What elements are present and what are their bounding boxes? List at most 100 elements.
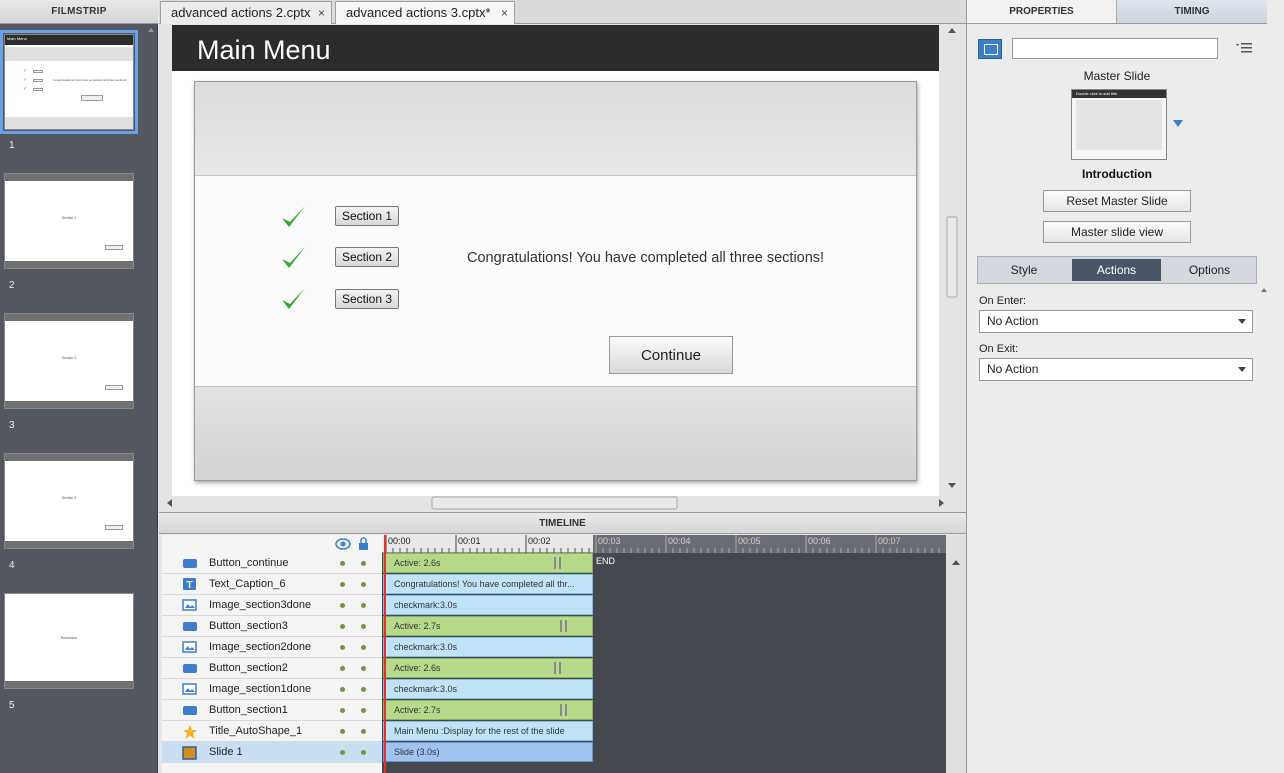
timeline-bar[interactable]: Active: 2.6s [383, 658, 593, 678]
lock-toggle[interactable] [361, 666, 366, 671]
visibility-toggle[interactable] [340, 729, 345, 734]
on-enter-select[interactable]: No Action [979, 310, 1253, 333]
chevron-down-icon [1238, 367, 1246, 372]
filmstrip-slide-5[interactable]: Resolution [4, 593, 134, 689]
stage-horizontal-scrollbar[interactable] [159, 496, 949, 510]
timeline-layer-row[interactable]: T Text_Caption_6 [162, 574, 382, 595]
timeline-layer-list: Button_continue T Text_Caption_6 Image_sect… [162, 535, 382, 773]
visibility-toggle[interactable] [340, 561, 345, 566]
filmstrip-scrollbar[interactable] [146, 26, 156, 771]
timeline-bar[interactable]: Main Menu :Display for the rest of the s… [383, 721, 593, 741]
lock-toggle[interactable] [361, 708, 366, 713]
checkmark-icon[interactable] [279, 244, 307, 272]
pause-marker-icon[interactable] [554, 662, 561, 674]
visibility-toggle[interactable] [340, 645, 345, 650]
tab-advanced-actions-3[interactable]: advanced actions 3.cptx* × [335, 1, 515, 24]
panel-menu-icon[interactable] [1235, 42, 1253, 54]
timeline-layer-row[interactable]: Title_AutoShape_1 [162, 721, 382, 742]
timeline-layer-row[interactable]: Button_section1 [162, 700, 382, 721]
timeline-bar[interactable]: Slide (3.0s) [383, 742, 593, 762]
lock-toggle[interactable] [361, 603, 366, 608]
tab-actions[interactable]: Actions [1072, 259, 1161, 281]
tab-properties[interactable]: PROPERTIES [967, 0, 1117, 24]
lock-icon[interactable] [358, 537, 369, 550]
checkmark-icon[interactable] [279, 203, 307, 231]
eye-icon[interactable] [335, 538, 351, 550]
image-icon [182, 683, 198, 695]
filmstrip-slide-1[interactable]: Main Menu ✓ ✓ ✓ Congratulations! You hav… [0, 30, 138, 134]
timeline-layer-row[interactable]: Button_section3 [162, 616, 382, 637]
timeline-bar-label: Active: 2.7s [394, 705, 441, 715]
lock-toggle[interactable] [361, 561, 366, 566]
timeline-bar[interactable]: Active: 2.6s [383, 553, 593, 573]
master-slide-thumbnail[interactable]: Double click to add title [1071, 89, 1167, 160]
slide-card[interactable]: Section 1 Section 2 Section 3 Congratula… [194, 81, 917, 481]
button-icon [182, 704, 198, 716]
tab-advanced-actions-2[interactable]: advanced actions 2.cptx × [160, 1, 332, 24]
timeline-ruler[interactable]: 00:00 00:01 00:02 00:03 00:04 00:05 00:06 00:07 [382, 535, 946, 553]
on-exit-select[interactable]: No Action [979, 358, 1253, 381]
continue-button[interactable]: Continue [609, 336, 733, 374]
slide-number: 3 [9, 420, 15, 431]
filmstrip-slide-2[interactable]: Section 1 [4, 173, 134, 269]
timeline-bar[interactable]: checkmark:3.0s [383, 637, 593, 657]
slide-type-icon [978, 39, 1002, 59]
timeline-bar[interactable]: Active: 2.7s [383, 616, 593, 636]
pause-marker-icon[interactable] [560, 704, 567, 716]
filmstrip-slide-3[interactable]: Section 2 [4, 313, 134, 409]
stage-vertical-scrollbar[interactable] [945, 25, 959, 495]
thumb-text: Section 1 [61, 216, 77, 220]
visibility-toggle[interactable] [340, 708, 345, 713]
timeline-bar[interactable]: checkmark:3.0s [383, 679, 593, 699]
master-slide-view-button[interactable]: Master slide view [1043, 221, 1191, 243]
lock-toggle[interactable] [361, 750, 366, 755]
properties-subtabs: Style Actions Options [977, 256, 1257, 284]
timeline-layer-row[interactable]: Slide 1 [162, 742, 382, 763]
timeline-layer-row[interactable]: Button_continue [162, 553, 382, 574]
pause-marker-icon[interactable] [554, 557, 561, 569]
lock-toggle[interactable] [361, 645, 366, 650]
timeline-scrollbar[interactable] [946, 535, 966, 773]
timeline-bar[interactable]: Active: 2.7s [383, 700, 593, 720]
visibility-toggle[interactable] [340, 750, 345, 755]
button-icon [182, 557, 198, 569]
visibility-toggle[interactable] [340, 666, 345, 671]
timeline-layer-row[interactable]: Image_section3done [162, 595, 382, 616]
slide-number: 5 [9, 700, 15, 711]
timeline-layer-row[interactable]: Button_section2 [162, 658, 382, 679]
filmstrip-slide-4[interactable]: Section 3 [4, 453, 134, 549]
congrats-caption[interactable]: Congratulations! You have completed all … [467, 250, 824, 266]
button-icon [182, 620, 198, 632]
slide-name-field[interactable] [1012, 38, 1218, 59]
tab-timing[interactable]: TIMING [1117, 0, 1267, 24]
visibility-toggle[interactable] [340, 582, 345, 587]
lock-toggle[interactable] [361, 729, 366, 734]
tab-style[interactable]: Style [980, 259, 1068, 281]
lock-toggle[interactable] [361, 687, 366, 692]
chevron-down-icon[interactable] [1173, 120, 1183, 127]
timeline-bar[interactable]: checkmark:3.0s [383, 595, 593, 615]
slide-title[interactable]: Main Menu [197, 35, 331, 66]
lock-toggle[interactable] [361, 624, 366, 629]
section-1-button[interactable]: Section 1 [335, 206, 400, 226]
visibility-toggle[interactable] [340, 603, 345, 608]
close-icon[interactable]: × [501, 2, 508, 24]
visibility-toggle[interactable] [340, 624, 345, 629]
visibility-toggle[interactable] [340, 687, 345, 692]
ruler-tick-label: 00:01 [458, 536, 481, 546]
timeline-layer-row[interactable]: Image_section1done [162, 679, 382, 700]
pause-marker-icon[interactable] [560, 620, 567, 632]
reset-master-slide-button[interactable]: Reset Master Slide [1043, 190, 1191, 212]
layer-name: Button_section2 [209, 662, 288, 674]
playhead[interactable] [384, 535, 386, 773]
section-2-button[interactable]: Section 2 [335, 247, 400, 267]
close-icon[interactable]: × [318, 2, 325, 24]
timeline-layer-row[interactable]: Image_section2done [162, 637, 382, 658]
lock-toggle[interactable] [361, 582, 366, 587]
checkmark-icon[interactable] [279, 285, 307, 313]
collapse-icon[interactable] [1261, 288, 1267, 292]
slide-title-bar[interactable]: Main Menu [172, 25, 939, 71]
tab-options[interactable]: Options [1165, 259, 1254, 281]
section-3-button[interactable]: Section 3 [335, 289, 400, 309]
timeline-bar[interactable]: Congratulations! You have completed all … [383, 574, 593, 594]
